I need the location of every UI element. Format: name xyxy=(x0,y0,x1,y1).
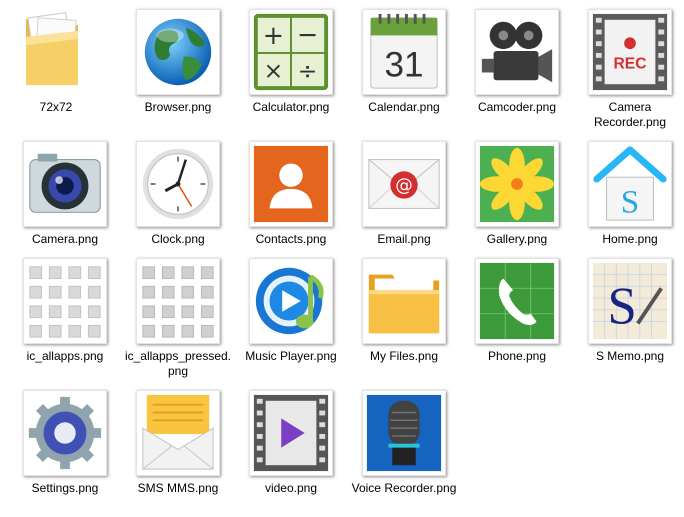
file-label: ic_allapps_pressed.png xyxy=(124,349,232,378)
home-icon: S xyxy=(588,141,672,227)
microphone-icon xyxy=(362,390,446,476)
file-label: ic_allapps.png xyxy=(26,349,104,363)
music-player-icon xyxy=(249,258,333,344)
clock-icon xyxy=(136,141,220,227)
envelope-letter-icon xyxy=(136,390,220,476)
file-label: Contacts.png xyxy=(255,232,327,246)
globe-icon xyxy=(136,9,220,95)
phone-icon xyxy=(475,258,559,344)
svg-text:+: + xyxy=(263,20,284,50)
file-label: Browser.png xyxy=(144,100,212,114)
svg-text:×: × xyxy=(264,56,284,84)
app-grid-pressed-icon xyxy=(136,258,220,344)
file-label: Phone.png xyxy=(487,349,547,363)
file-label: My Files.png xyxy=(369,349,439,363)
app-grid-icon xyxy=(23,258,107,344)
contact-icon xyxy=(249,141,333,227)
file-label: Home.png xyxy=(602,232,658,246)
calendar-day: 31 xyxy=(384,45,423,84)
memo-letter: S xyxy=(608,277,637,335)
camcorder-icon xyxy=(475,9,559,95)
email-icon: @ xyxy=(362,141,446,227)
file-label: Music Player.png xyxy=(245,349,337,363)
file-label: Calendar.png xyxy=(368,100,440,114)
file-label: video.png xyxy=(264,481,318,495)
file-explorer-icon-view: { "items": [ {"label": "72x72", "icon": … xyxy=(0,0,684,517)
file-label: Email.png xyxy=(377,232,431,246)
camera-icon xyxy=(23,141,107,227)
calendar-icon: 31 xyxy=(362,9,446,95)
svg-text:@: @ xyxy=(395,176,413,196)
settings-gear-icon xyxy=(23,390,107,476)
file-label: Camera.png xyxy=(31,232,99,246)
s-memo-icon: S xyxy=(588,258,672,344)
video-play-icon xyxy=(249,390,333,476)
file-label: Gallery.png xyxy=(486,232,548,246)
home-letter: S xyxy=(621,183,639,220)
file-label: Camcoder.png xyxy=(477,100,557,114)
file-label: Clock.png xyxy=(151,232,205,246)
svg-text:÷: ÷ xyxy=(298,56,318,84)
file-label: Settings.png xyxy=(31,481,99,495)
file-label: Voice Recorder.png xyxy=(351,481,457,495)
film-rec-icon: REC xyxy=(588,9,672,95)
my-files-folder-icon xyxy=(362,258,446,344)
calculator-icon: + − × ÷ xyxy=(249,9,333,95)
file-label: Calculator.png xyxy=(252,100,330,114)
file-label: Camera Recorder.png xyxy=(593,100,667,129)
rec-text: REC xyxy=(614,56,647,73)
file-label: SMS MMS.png xyxy=(137,481,219,495)
flower-icon xyxy=(475,141,559,227)
folder-icon xyxy=(14,9,98,95)
file-label: 72x72 xyxy=(39,100,73,114)
svg-text:−: − xyxy=(297,19,318,49)
file-label: S Memo.png xyxy=(595,349,665,363)
